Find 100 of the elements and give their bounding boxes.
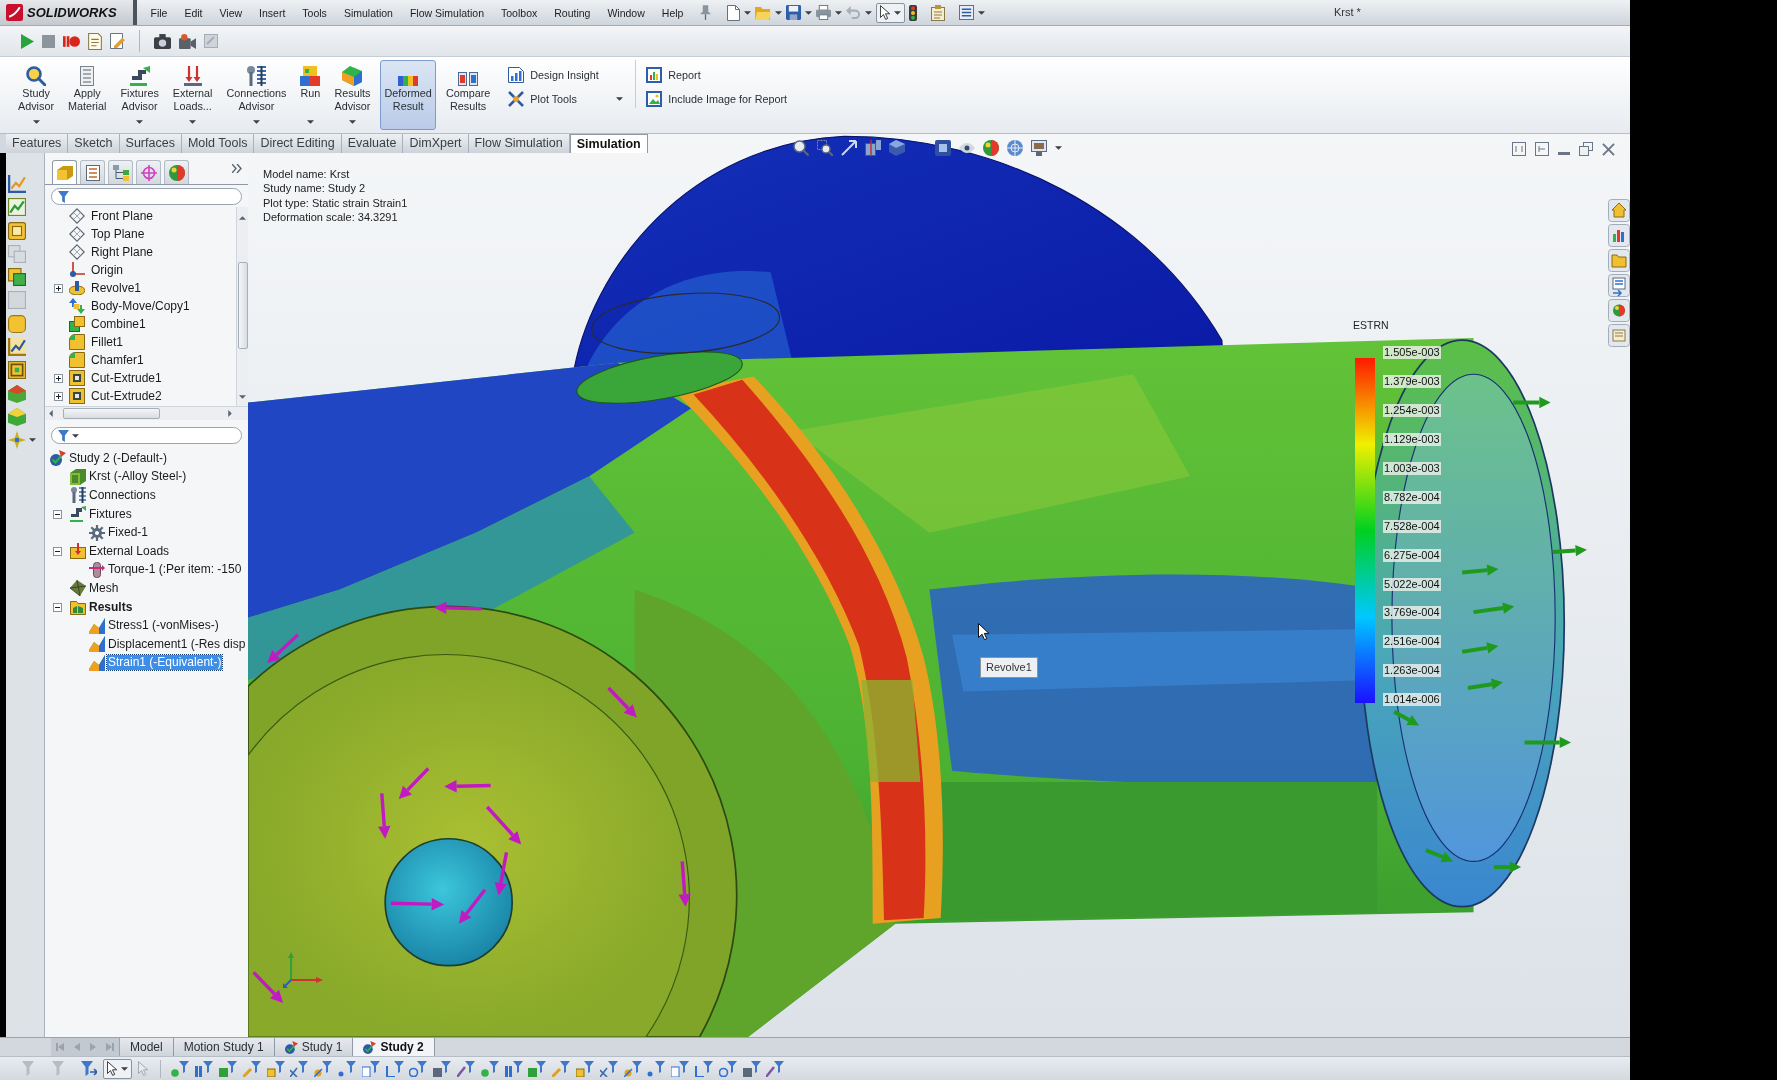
selection-filter-icon[interactable] <box>266 1060 285 1077</box>
menu-item[interactable]: Tools <box>293 4 336 21</box>
box-icon[interactable] <box>8 221 26 240</box>
tree-item[interactable]: Right Plane <box>91 244 154 260</box>
framed-box-icon[interactable] <box>8 361 26 380</box>
home-icon[interactable] <box>1608 199 1630 222</box>
clipboard-icon[interactable] <box>930 4 945 21</box>
tree-item[interactable]: Stress1 (-vonMises-) <box>107 618 220 634</box>
restore-icon[interactable] <box>1579 142 1593 156</box>
collapse-icon[interactable] <box>53 546 62 556</box>
selection-filter-icon[interactable] <box>528 1060 547 1077</box>
tree-item[interactable]: Torque-1 (:Per item: -150 <box>107 562 243 578</box>
command-button[interactable]: Results Advisor <box>330 60 375 130</box>
selection-filter-icon[interactable] <box>766 1060 785 1077</box>
tab[interactable]: Features <box>6 134 69 153</box>
edit-document-icon[interactable] <box>110 33 125 49</box>
filter-field[interactable] <box>51 427 242 444</box>
filter-icon[interactable] <box>81 1061 98 1076</box>
chevron-icon[interactable] <box>232 164 242 173</box>
arrow-icon[interactable] <box>841 140 857 156</box>
command-button[interactable]: Include Image for Report <box>646 90 788 108</box>
tree-item[interactable]: Chamfer1 <box>91 352 144 368</box>
caret-icon[interactable] <box>893 10 901 15</box>
command-button[interactable]: Fixtures Advisor <box>116 60 163 130</box>
tab[interactable]: Direct Editing <box>254 134 342 153</box>
caret-icon[interactable] <box>29 438 36 443</box>
bar-chart-icon[interactable] <box>1608 224 1630 247</box>
pin-icon[interactable] <box>699 5 711 20</box>
expand-icon[interactable] <box>54 373 63 383</box>
caret-icon[interactable] <box>616 97 624 101</box>
selection-filter-icon[interactable] <box>433 1060 452 1077</box>
cube-icon[interactable] <box>8 384 26 403</box>
eye-icon[interactable] <box>959 143 975 153</box>
command-button[interactable]: Run <box>296 60 325 130</box>
list-icon[interactable] <box>958 5 974 20</box>
chart-icon[interactable] <box>8 338 26 357</box>
globe-icon[interactable] <box>1007 140 1023 156</box>
stop-icon[interactable] <box>42 34 55 48</box>
tab[interactable]: Study 1 <box>274 1038 354 1056</box>
command-button[interactable]: Study Advisor <box>14 60 58 130</box>
tab[interactable]: Study 2 <box>353 1038 435 1056</box>
traffic-light-icon[interactable] <box>908 4 917 21</box>
record-icon[interactable] <box>63 34 80 48</box>
tree-item[interactable]: Body-Move/Copy1 <box>91 298 190 314</box>
selection-filter-icon[interactable] <box>742 1060 761 1077</box>
menu-item[interactable]: Toolbox <box>492 4 546 21</box>
tab[interactable]: Flow Simulation <box>468 134 570 153</box>
new-document-icon[interactable] <box>726 4 740 21</box>
menu-item[interactable]: File <box>142 4 176 21</box>
pointer-icon[interactable] <box>879 5 891 20</box>
pointer-icon[interactable] <box>107 1061 118 1076</box>
panel-tab[interactable] <box>108 160 133 184</box>
selection-filter-icon[interactable] <box>195 1060 214 1077</box>
selection-filter-icon[interactable] <box>647 1060 666 1077</box>
tree-item[interactable]: Fixed-1 <box>107 525 149 541</box>
framed-square-icon[interactable] <box>935 140 951 156</box>
scroll-up-icon[interactable] <box>239 216 246 220</box>
tab[interactable]: Simulation <box>569 134 648 153</box>
rounded-square-icon[interactable] <box>8 314 26 333</box>
selection-filter-icon[interactable] <box>552 1060 571 1077</box>
play-icon[interactable] <box>21 33 34 49</box>
tree-item[interactable]: Front Plane <box>91 208 154 224</box>
camera-icon[interactable] <box>154 33 171 49</box>
selection-filter-icon[interactable] <box>361 1060 380 1077</box>
panel-tab[interactable] <box>164 160 189 184</box>
scroll-right-icon[interactable] <box>228 410 232 417</box>
panel-tab[interactable] <box>136 160 161 184</box>
menu-item[interactable]: Window <box>598 4 654 21</box>
tree-item[interactable]: Combine1 <box>91 316 146 332</box>
tab[interactable]: Model <box>120 1038 174 1056</box>
tree-item[interactable]: Revolve1 <box>91 280 142 296</box>
filter-field[interactable] <box>51 188 242 205</box>
logo-icon[interactable] <box>6 4 23 21</box>
menu-item[interactable]: Edit <box>175 4 211 21</box>
overlapping-boxes-icon[interactable] <box>8 268 26 287</box>
expand-icon[interactable] <box>54 283 63 293</box>
collapse-icon[interactable] <box>53 602 62 612</box>
tree-item[interactable]: Krst (-Alloy Steel-) <box>88 469 188 485</box>
tree-item[interactable]: Study 2 (-Default-) <box>68 450 169 466</box>
menu-item[interactable]: Routing <box>545 4 599 21</box>
video-camera-icon[interactable] <box>179 33 196 49</box>
sparkle-icon[interactable] <box>8 431 26 450</box>
graph-icon[interactable] <box>8 198 26 217</box>
color-ball-icon[interactable] <box>983 140 999 156</box>
command-button[interactable]: Connections Advisor <box>222 60 291 130</box>
selection-filter-icon[interactable] <box>314 1060 333 1077</box>
caret-icon[interactable] <box>864 10 872 15</box>
selection-filter-icon[interactable] <box>599 1060 618 1077</box>
selection-filter-icon[interactable] <box>504 1060 523 1077</box>
collapse-icon[interactable] <box>53 509 62 519</box>
tree-item[interactable]: Connections <box>88 488 157 503</box>
tree-item[interactable]: Fillet1 <box>91 334 123 350</box>
command-button[interactable]: Design Insight <box>508 66 624 84</box>
caret-icon[interactable] <box>977 10 985 15</box>
tab[interactable]: Mold Tools <box>181 134 255 153</box>
tab[interactable]: Sketch <box>68 134 120 153</box>
command-button[interactable]: Plot Tools <box>508 90 624 108</box>
tree-item[interactable]: Cut-Extrude1 <box>91 370 162 386</box>
document-icon[interactable] <box>88 32 102 50</box>
tree-item[interactable]: External Loads <box>88 543 171 559</box>
